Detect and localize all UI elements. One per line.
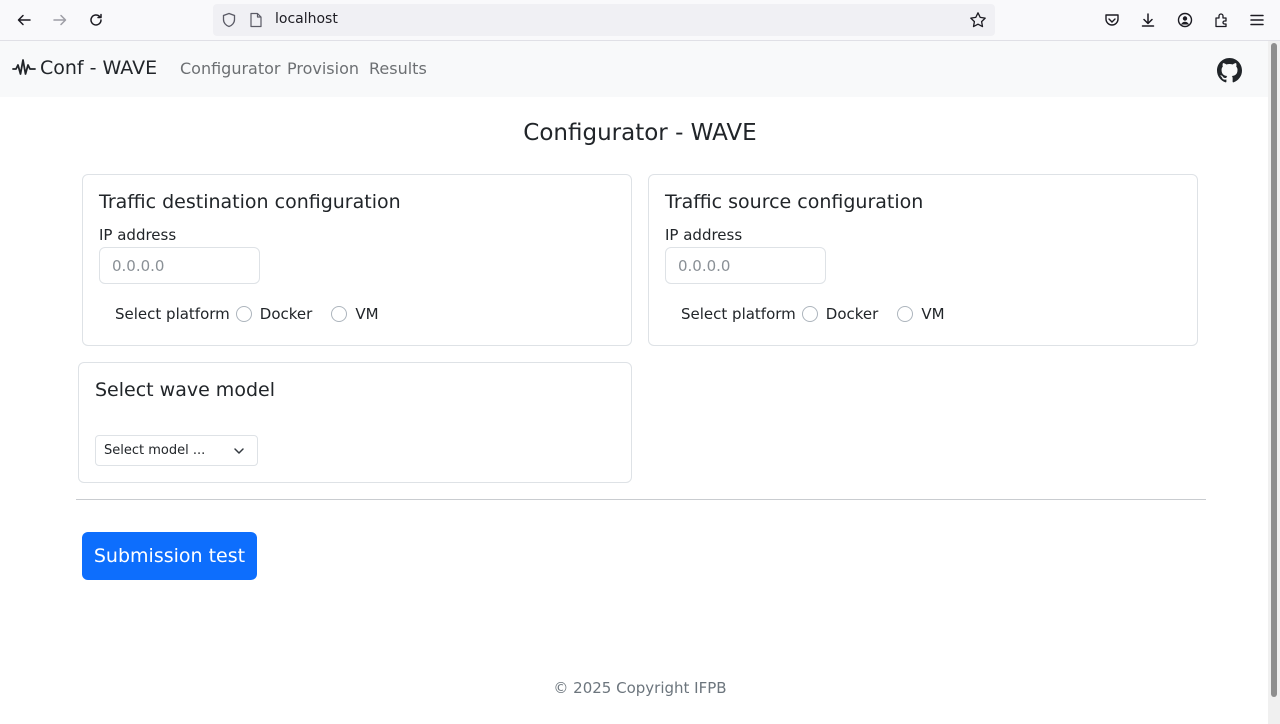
account-icon[interactable] (1171, 6, 1199, 34)
section-divider (76, 499, 1206, 500)
destination-docker-label[interactable]: Docker (260, 305, 313, 323)
shield-icon[interactable] (221, 12, 237, 28)
destination-vm-label[interactable]: VM (355, 305, 378, 323)
destination-ip-input[interactable] (99, 247, 260, 284)
downloads-icon[interactable] (1134, 6, 1162, 34)
submission-test-button[interactable]: Submission test (82, 532, 257, 580)
source-ip-input[interactable] (665, 247, 826, 284)
nav-link-configurator[interactable]: Configurator (180, 59, 281, 78)
app-navbar: Conf - WAVE Configurator Provision Resul… (0, 41, 1268, 97)
forward-icon[interactable] (46, 6, 74, 34)
nav-link-provision[interactable]: Provision (287, 59, 359, 78)
nav-link-results[interactable]: Results (369, 59, 427, 78)
browser-toolbar: localhost (0, 0, 1280, 41)
page-title: Configurator - WAVE (523, 120, 757, 146)
model-select-value: Select model ... (104, 443, 206, 458)
model-title: Select wave model (95, 379, 275, 401)
footer-copyright: © 2025 Copyright IFPB (553, 679, 727, 697)
page-scrollbar[interactable] (1268, 41, 1280, 724)
source-ip-label: IP address (665, 226, 743, 244)
wave-icon (12, 59, 36, 75)
source-docker-label[interactable]: Docker (826, 305, 879, 323)
destination-title: Traffic destination configuration (99, 191, 401, 213)
source-vm-label[interactable]: VM (921, 305, 944, 323)
chevron-down-icon (234, 448, 244, 454)
reload-icon[interactable] (82, 6, 110, 34)
url-text: localhost (275, 11, 338, 27)
extensions-icon[interactable] (1207, 6, 1235, 34)
scrollbar-thumb[interactable] (1271, 43, 1277, 697)
source-title: Traffic source configuration (665, 191, 924, 213)
github-icon[interactable] (1217, 58, 1242, 83)
model-select[interactable]: Select model ... (95, 435, 258, 466)
source-card: Traffic source configuration IP address … (648, 174, 1198, 346)
source-docker-radio[interactable] (801, 306, 818, 322)
bookmark-star-icon[interactable] (969, 11, 987, 29)
brand-text: Conf - WAVE (40, 57, 158, 79)
destination-card: Traffic destination configuration IP add… (82, 174, 632, 346)
source-vm-radio[interactable] (897, 306, 914, 322)
destination-docker-radio[interactable] (235, 306, 252, 322)
destination-platform-label: Select platform (115, 305, 230, 323)
pocket-icon[interactable] (1098, 6, 1126, 34)
url-bar[interactable]: localhost (213, 4, 995, 36)
source-platform-row: Select platform Docker VM (681, 304, 945, 324)
destination-platform-row: Select platform Docker VM (115, 304, 379, 324)
model-card: Select wave model Select model ... (78, 362, 632, 483)
destination-ip-label: IP address (99, 226, 177, 244)
brand-link[interactable]: Conf - WAVE (12, 56, 157, 80)
back-icon[interactable] (10, 6, 38, 34)
destination-vm-radio[interactable] (331, 306, 348, 322)
source-platform-label: Select platform (681, 305, 796, 323)
page-icon (250, 12, 262, 28)
menu-icon[interactable] (1243, 6, 1271, 34)
